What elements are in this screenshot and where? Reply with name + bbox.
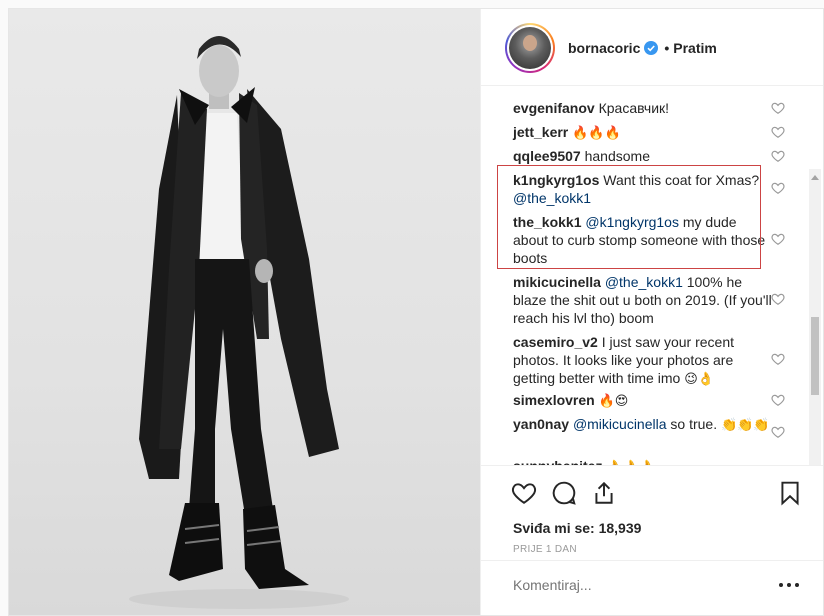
like-comment-heart-icon[interactable] (771, 352, 785, 366)
highlight-box (497, 165, 761, 269)
comment-mention[interactable]: @the_kokk1 (605, 274, 683, 290)
likes-label: Sviđa mi se: (513, 520, 595, 536)
like-comment-heart-icon[interactable] (771, 101, 785, 115)
scroll-thumb[interactable] (811, 317, 819, 395)
comment-username[interactable]: casemiro_v2 (513, 334, 598, 350)
comment-text: so true. (670, 416, 718, 432)
comment-item: jett_kerr 🔥🔥🔥 (513, 123, 773, 143)
comment-item: mikicucinella @the_kokk1 100% he blaze t… (513, 273, 773, 327)
comment-username[interactable]: yan0nay (513, 416, 569, 432)
like-comment-heart-icon[interactable] (771, 232, 785, 246)
comment-emoji: 😉👌 (684, 372, 714, 387)
comment-username[interactable]: sunnybenitez (513, 458, 602, 465)
like-comment-heart-icon[interactable] (771, 393, 785, 407)
scroll-up-arrow-icon[interactable] (811, 175, 819, 180)
comment-text: 🔥😍 (598, 394, 629, 409)
comments-list: evgenifanov Красавчик! jett_kerr 🔥🔥🔥 qql… (481, 87, 823, 465)
man-in-coat-illustration (129, 36, 349, 609)
comments-scrollbar[interactable] (809, 169, 821, 465)
separator-dot: • (664, 40, 670, 56)
post-timestamp[interactable]: PRIJE 1 DAN (513, 544, 577, 555)
share-icon[interactable] (591, 480, 617, 506)
username-row: bornacoric • Pratim (568, 40, 717, 56)
comment-item: yan0nay @mikicucinella so true. 👏👏👏 (513, 415, 773, 435)
comment-text: 🔥🔥🔥 (572, 126, 621, 141)
comment-text: handsome (584, 148, 650, 164)
add-comment-section (481, 560, 823, 615)
heart-outline-icon[interactable] (511, 480, 537, 506)
comment-item: evgenifanov Красавчик! (513, 99, 773, 117)
comment-item: qqlee9507 handsome (513, 147, 773, 165)
post-sidebar: bornacoric • Pratim evgenifanov Красавчи… (480, 9, 823, 615)
more-options-icon[interactable] (779, 583, 803, 591)
like-comment-heart-icon[interactable] (771, 292, 785, 306)
comment-username[interactable]: qqlee9507 (513, 148, 581, 164)
comment-username[interactable]: mikicucinella (513, 274, 601, 290)
like-comment-heart-icon[interactable] (771, 181, 785, 195)
comment-input[interactable] (513, 577, 753, 593)
likes-count[interactable]: Sviđa mi se: 18,939 (513, 520, 641, 536)
comment-text: Красавчик! (598, 100, 670, 116)
post-header: bornacoric • Pratim (481, 9, 823, 86)
comment-icon[interactable] (551, 480, 577, 506)
comment-mention[interactable]: @mikicucinella (573, 416, 667, 432)
like-comment-heart-icon[interactable] (771, 149, 785, 163)
post-actions: Sviđa mi se: 18,939 PRIJE 1 DAN (481, 465, 823, 615)
comment-item: simexlovren 🔥😍 (513, 391, 773, 411)
comment-item: sunnybenitez 👌👌👌 (513, 457, 773, 465)
post-photo[interactable] (9, 9, 480, 615)
instagram-post: bornacoric • Pratim evgenifanov Красавчи… (8, 8, 824, 616)
comment-username[interactable]: jett_kerr (513, 124, 568, 140)
comment-username[interactable]: evgenifanov (513, 100, 595, 116)
likes-number: 18,939 (598, 520, 642, 536)
avatar[interactable] (505, 23, 555, 73)
like-comment-heart-icon[interactable] (771, 425, 785, 439)
like-comment-heart-icon[interactable] (771, 125, 785, 139)
comment-username[interactable]: simexlovren (513, 392, 595, 408)
bookmark-icon[interactable] (777, 480, 803, 506)
verified-badge-icon (644, 41, 659, 55)
username-link[interactable]: bornacoric (568, 40, 640, 56)
following-button[interactable]: Pratim (673, 40, 717, 56)
comment-item: casemiro_v2 I just saw your recent photo… (513, 333, 773, 389)
comment-emoji: 👏👏👏 (721, 418, 770, 433)
